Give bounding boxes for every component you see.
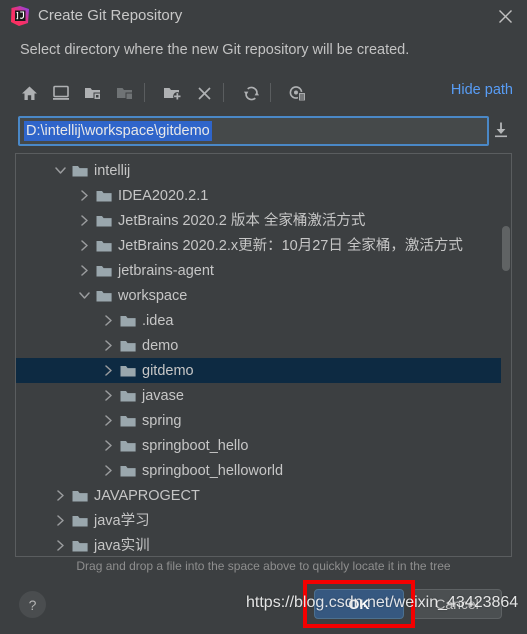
tree-row[interactable]: JetBrains 2020.2 版本 全家桶激活方式 — [16, 208, 511, 233]
folder-icon — [96, 214, 112, 228]
folder-icon — [120, 314, 136, 328]
path-input[interactable]: D:\intellij\workspace\gitdemo — [18, 116, 489, 146]
tree-row-label: javase — [142, 387, 184, 404]
home-icon[interactable] — [16, 80, 42, 106]
title-bar: Create Git Repository — [0, 0, 527, 33]
tree-row-label: .idea — [142, 312, 174, 329]
drag-drop-hint: Drag and drop a file into the space abov… — [76, 559, 451, 573]
ok-button[interactable]: OK — [314, 589, 404, 619]
desktop-icon[interactable] — [48, 80, 74, 106]
folder-icon — [120, 464, 136, 478]
tree-row-label: JetBrains 2020.2 版本 全家桶激活方式 — [118, 212, 366, 229]
tree-row-label: springboot_helloworld — [142, 462, 284, 479]
folder-icon — [96, 189, 112, 203]
dialog-description: Select directory where the new Git repos… — [20, 42, 410, 58]
chevron-right-icon[interactable] — [102, 389, 115, 402]
chevron-right-icon[interactable] — [54, 539, 67, 552]
tree-row[interactable]: JAVAPROGECT — [16, 483, 511, 508]
tree-row[interactable]: intellij — [16, 158, 511, 183]
folder-icon — [120, 439, 136, 453]
close-icon[interactable] — [491, 2, 519, 30]
tree-row[interactable]: IDEA2020.2.1 — [16, 183, 511, 208]
tree-row[interactable]: javase — [16, 383, 511, 408]
path-input-value: D:\intellij\workspace\gitdemo — [24, 121, 212, 141]
tree-row-label: JetBrains 2020.2.x更新：10月27日 全家桶，激活方式 — [118, 237, 463, 254]
tree-scrollbar-thumb[interactable] — [502, 226, 510, 271]
chevron-right-icon[interactable] — [78, 189, 91, 202]
cancel-button[interactable]: Cancel — [412, 589, 502, 619]
tree-row[interactable]: spring — [16, 408, 511, 433]
tree-row-label: java学习 — [94, 512, 150, 529]
folder-icon — [96, 239, 112, 253]
tree-row-label: IDEA2020.2.1 — [118, 187, 209, 204]
folder-icon — [96, 264, 112, 278]
tree-row-label: demo — [142, 337, 179, 354]
folder-icon — [96, 289, 112, 303]
hide-path-link[interactable]: Hide path — [451, 82, 513, 98]
refresh-icon[interactable] — [238, 80, 264, 106]
toolbar-separator-3 — [270, 83, 271, 102]
tree-row-label: java实训 — [94, 537, 150, 554]
folder-icon — [120, 339, 136, 353]
directory-tree: intellij IDEA2020.2.1 JetBrains 2020.2 版本 … — [16, 158, 511, 556]
tree-row-label: workspace — [118, 287, 188, 304]
path-row: D:\intellij\workspace\gitdemo — [18, 116, 510, 146]
tree-row[interactable]: java学习 — [16, 508, 511, 533]
tree-row[interactable]: JetBrains 2020.2.x更新：10月27日 全家桶，激活方式 — [16, 233, 511, 258]
module-folder-icon[interactable] — [112, 80, 138, 106]
chevron-right-icon[interactable] — [102, 414, 115, 427]
file-chooser-toolbar: Hide path — [14, 78, 513, 108]
tree-row-label: spring — [142, 412, 182, 429]
folder-icon — [72, 539, 88, 553]
tree-row-label: jetbrains-agent — [118, 262, 214, 279]
chevron-right-icon[interactable] — [102, 339, 115, 352]
chevron-right-icon[interactable] — [102, 439, 115, 452]
chevron-right-icon[interactable] — [102, 464, 115, 477]
project-folder-icon[interactable] — [80, 80, 106, 106]
folder-icon — [120, 414, 136, 428]
new-folder-icon[interactable] — [159, 80, 185, 106]
tree-row-label: intellij — [94, 162, 131, 179]
chevron-down-icon[interactable] — [78, 289, 91, 302]
tree-row[interactable]: demo — [16, 333, 511, 358]
folder-icon — [120, 364, 136, 378]
tree-row-label: springboot_hello — [142, 437, 249, 454]
delete-icon[interactable] — [191, 80, 217, 106]
chevron-right-icon[interactable] — [54, 514, 67, 527]
tree-row[interactable]: springboot_hello — [16, 433, 511, 458]
tree-row[interactable]: java实训 — [16, 533, 511, 556]
chevron-right-icon[interactable] — [78, 239, 91, 252]
tree-row[interactable]: jetbrains-agent — [16, 258, 511, 283]
tree-row-label: gitdemo — [142, 362, 194, 379]
help-button[interactable]: ? — [19, 591, 46, 618]
show-hidden-files-icon[interactable] — [285, 80, 311, 106]
create-git-repository-dialog: Create Git Repository Select directory w… — [0, 0, 527, 634]
chevron-right-icon[interactable] — [78, 214, 91, 227]
directory-tree-panel: intellij IDEA2020.2.1 JetBrains 2020.2 版本 … — [15, 153, 512, 557]
tree-row[interactable]: workspace — [16, 283, 511, 308]
chevron-right-icon[interactable] — [78, 264, 91, 277]
page-title: Create Git Repository — [38, 7, 183, 24]
chevron-down-icon[interactable] — [54, 164, 67, 177]
folder-icon — [72, 489, 88, 503]
tree-row[interactable]: springboot_helloworld — [16, 458, 511, 483]
toolbar-separator-2 — [223, 83, 224, 102]
tree-scrollbar[interactable] — [501, 154, 511, 556]
intellij-idea-icon — [9, 5, 31, 27]
tree-row[interactable]: gitdemo — [16, 358, 511, 383]
tree-row-label: JAVAPROGECT — [94, 487, 200, 504]
toolbar-separator-1 — [144, 83, 145, 102]
chevron-right-icon[interactable] — [102, 364, 115, 377]
folder-icon — [72, 164, 88, 178]
folder-icon — [72, 514, 88, 528]
dropdown-arrow-icon[interactable] — [492, 121, 512, 141]
chevron-right-icon[interactable] — [102, 314, 115, 327]
tree-row[interactable]: .idea — [16, 308, 511, 333]
chevron-right-icon[interactable] — [54, 489, 67, 502]
folder-icon — [120, 389, 136, 403]
